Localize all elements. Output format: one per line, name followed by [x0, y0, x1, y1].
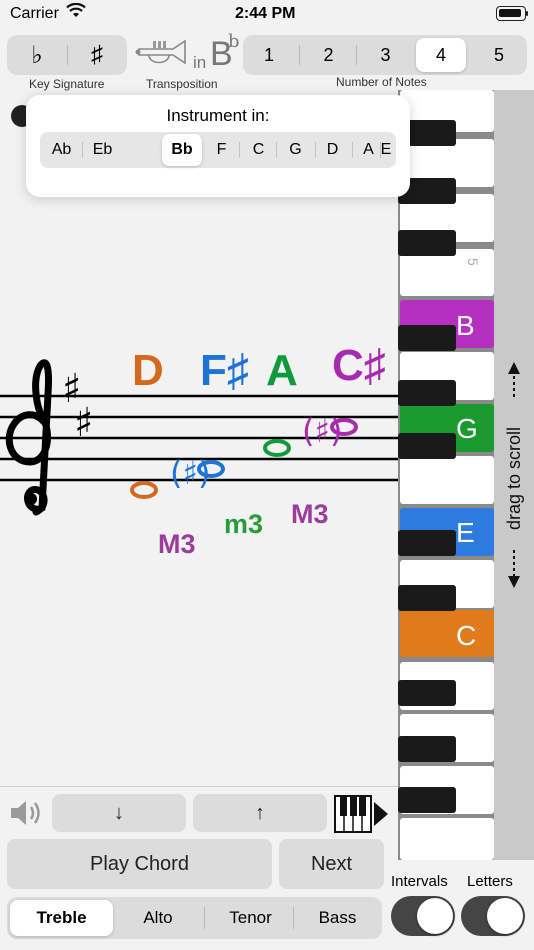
- instrument-option-c[interactable]: C: [239, 132, 278, 168]
- interval-label-1: M3: [158, 529, 196, 559]
- key-label-g: G: [456, 413, 478, 444]
- key-signature-caption: Key Signature: [29, 77, 105, 91]
- notes-option-5[interactable]: 5: [471, 35, 527, 75]
- number-of-notes-control: 1 2 3 4 5: [243, 35, 527, 75]
- sharp-button[interactable]: ♯: [67, 35, 127, 75]
- accidental-f-sharp: (♯): [170, 454, 210, 492]
- instrument-option-ab[interactable]: Ab: [42, 132, 81, 168]
- notes-option-2[interactable]: 2: [300, 35, 357, 75]
- note-name-c-sharp: C♯: [332, 341, 386, 390]
- wifi-icon: [66, 2, 86, 23]
- note-name-d: D: [132, 346, 164, 395]
- letters-toggle[interactable]: [461, 896, 525, 936]
- key-signature-control: ♭ ♯: [7, 35, 127, 75]
- key-label-c: C: [456, 620, 476, 651]
- notes-option-3[interactable]: 3: [357, 35, 414, 75]
- transposition-key-accidental: b: [228, 31, 240, 52]
- instrument-option-d[interactable]: D: [313, 132, 352, 168]
- note-name-a: A: [266, 346, 298, 395]
- clef-option-tenor[interactable]: Tenor: [204, 897, 297, 939]
- transposition-in-label: in: [193, 53, 207, 72]
- speaker-icon[interactable]: [8, 797, 44, 834]
- instrument-popup-title: Instrument in:: [166, 106, 270, 125]
- interval-label-3: M3: [291, 499, 329, 529]
- instrument-option-f[interactable]: F: [202, 132, 241, 168]
- next-button[interactable]: Next: [279, 839, 384, 889]
- keyboard-toggle-icon[interactable]: [334, 794, 390, 839]
- key-label-b: B: [456, 310, 475, 341]
- flat-button[interactable]: ♭: [7, 35, 67, 75]
- instrument-option-bb[interactable]: Bb: [162, 134, 202, 166]
- note-d: [130, 481, 158, 499]
- key-c-highlight[interactable]: [400, 610, 494, 657]
- note-a: [263, 439, 291, 457]
- instrument-popup: Instrument in: Ab Eb Bb F C G D A E: [26, 95, 410, 197]
- piano-keyboard[interactable]: 5 B G E C drag to scroll: [398, 90, 534, 860]
- instrument-option-e[interactable]: E: [371, 132, 401, 168]
- drag-to-scroll-label: drag to scroll: [504, 427, 524, 530]
- note-name-f-sharp: F♯: [200, 346, 249, 395]
- battery-icon: [496, 6, 528, 21]
- intervals-toggle[interactable]: [391, 896, 455, 936]
- interval-label-2: m3: [224, 509, 263, 539]
- carrier-label: Carrier: [10, 5, 59, 22]
- notes-option-4[interactable]: 4: [416, 38, 466, 72]
- octave-label: 5: [465, 258, 481, 266]
- instrument-option-g[interactable]: G: [276, 132, 315, 168]
- instrument-segment: Ab Eb Bb F C G D A E: [40, 132, 396, 168]
- toggle-knob: [417, 898, 453, 934]
- number-of-notes-caption: Number of Notes: [336, 75, 427, 89]
- status-bar: Carrier 2:44 PM: [0, 0, 534, 30]
- transpose-down-button[interactable]: ↓: [52, 794, 186, 832]
- clef-option-bass[interactable]: Bass: [293, 897, 382, 939]
- transposition-caption: Transposition: [146, 77, 218, 91]
- toggle-knob: [487, 898, 523, 934]
- transposition-button[interactable]: in B b: [135, 31, 240, 79]
- controls-divider: [0, 786, 398, 787]
- transpose-up-button[interactable]: ↑: [193, 794, 327, 832]
- key-sharp-2: ♯: [74, 400, 93, 446]
- clef-option-alto[interactable]: Alto: [113, 897, 203, 939]
- clef-option-treble[interactable]: Treble: [10, 900, 113, 936]
- accidental-c-sharp: (♯): [302, 412, 342, 450]
- trumpet-icon: [135, 37, 193, 74]
- key-label-e: E: [456, 517, 475, 548]
- clock: 2:44 PM: [235, 5, 296, 22]
- letters-label: Letters: [467, 873, 513, 890]
- instrument-option-eb[interactable]: Eb: [83, 132, 122, 168]
- intervals-label: Intervals: [391, 873, 448, 890]
- notes-option-1[interactable]: 1: [243, 35, 295, 75]
- clef-selector: Treble Alto Tenor Bass: [7, 897, 382, 939]
- play-chord-button[interactable]: Play Chord: [7, 839, 272, 889]
